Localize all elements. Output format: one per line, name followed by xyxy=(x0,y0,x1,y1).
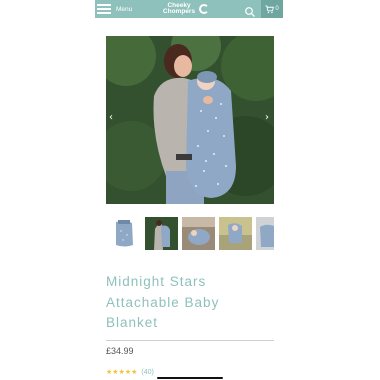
product-main-image[interactable] xyxy=(106,36,274,204)
thumbnail-5[interactable] xyxy=(256,217,274,250)
product-rating[interactable]: ★★★★★ (40) xyxy=(106,368,154,376)
thumbnail-image xyxy=(256,217,274,250)
product-title-line-3: Blanket xyxy=(106,315,159,330)
logo-line-2: Chompers xyxy=(162,8,196,15)
product-title-line-1: Midnight Stars xyxy=(106,274,207,289)
menu-label: Menu xyxy=(116,5,133,13)
carousel-next-button[interactable]: › xyxy=(265,112,269,123)
thumbnail-image xyxy=(145,217,178,250)
top-bar: Menu Cheeky Chompers 0 xyxy=(95,0,283,18)
search-button[interactable] xyxy=(244,3,256,17)
thumbnail-1[interactable] xyxy=(108,217,141,250)
hamburger-icon xyxy=(97,4,111,14)
thumbnail-4[interactable] xyxy=(219,217,252,250)
moon-icon xyxy=(199,4,209,14)
product-title: Midnight Stars Attachable Baby Blanket xyxy=(106,272,286,334)
product-price: £34.99 xyxy=(106,346,134,356)
thumbnail-image xyxy=(108,217,141,250)
thumbnail-3[interactable] xyxy=(182,217,215,250)
star-rating-icon: ★★★★★ xyxy=(106,368,138,376)
home-indicator[interactable] xyxy=(157,377,223,379)
thumbnail-2[interactable] xyxy=(145,217,178,250)
product-photo xyxy=(106,36,274,204)
product-title-line-2: Attachable Baby xyxy=(106,294,220,310)
review-count-link[interactable]: (40) xyxy=(141,369,153,376)
search-icon xyxy=(245,7,255,17)
logo-wordmark: Cheeky Chompers xyxy=(160,2,198,16)
thumbnail-image xyxy=(219,217,252,250)
thumbnail-image xyxy=(182,217,215,250)
cart-button[interactable]: 0 xyxy=(261,0,283,18)
divider xyxy=(106,340,274,341)
menu-button[interactable]: Menu xyxy=(97,0,132,18)
cart-icon xyxy=(265,4,275,13)
cart-count: 0 xyxy=(275,6,279,12)
brand-logo[interactable]: Cheeky Chompers xyxy=(160,1,209,17)
carousel-prev-button[interactable]: ‹ xyxy=(109,112,113,123)
